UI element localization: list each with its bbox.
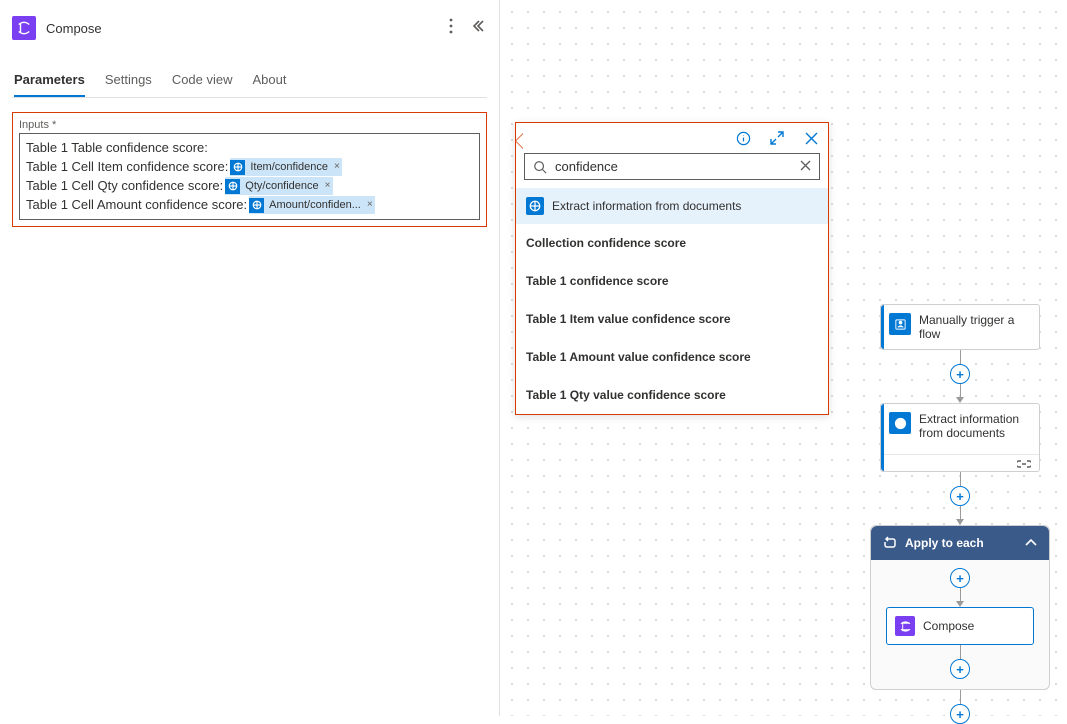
chevron-up-icon[interactable] xyxy=(1025,536,1037,550)
picker-item[interactable]: Collection confidence score xyxy=(516,224,828,262)
link-icon xyxy=(1017,458,1031,468)
picker-close-button[interactable] xyxy=(802,129,820,147)
more-button[interactable] xyxy=(447,16,455,40)
add-step-button[interactable]: + xyxy=(950,568,970,588)
token-icon xyxy=(230,160,245,175)
inputs-textbox[interactable]: Table 1 Table confidence score: Table 1 … xyxy=(19,133,480,220)
input-line-text: Table 1 Cell Qty confidence score: xyxy=(26,177,223,195)
flow-diagram: Manually trigger a flow + Extract inform… xyxy=(880,304,1040,724)
node-label: Apply to each xyxy=(905,536,984,550)
panel-title: Compose xyxy=(46,21,437,36)
token-remove[interactable]: × xyxy=(325,177,331,195)
token-qty-confidence[interactable]: Qty/confidence × xyxy=(225,177,332,195)
ai-builder-icon xyxy=(526,197,544,215)
compose-icon xyxy=(895,616,915,636)
dynamic-content-picker: Extract information from documents Colle… xyxy=(515,122,829,415)
tab-parameters[interactable]: Parameters xyxy=(14,64,85,97)
inputs-label: Inputs * xyxy=(19,119,480,131)
token-item-confidence[interactable]: Item/confidence × xyxy=(230,158,342,176)
picker-search-clear[interactable] xyxy=(800,159,811,174)
add-step-button[interactable]: + xyxy=(950,704,970,724)
token-icon xyxy=(225,179,240,194)
trigger-icon xyxy=(889,313,911,335)
node-trigger[interactable]: Manually trigger a flow xyxy=(880,304,1040,350)
compose-panel: Compose Parameters Settings Code view Ab… xyxy=(0,0,500,716)
search-icon xyxy=(533,160,547,174)
node-apply-to-each[interactable]: Apply to each + Compose + xyxy=(870,525,1050,690)
tab-settings[interactable]: Settings xyxy=(105,64,152,97)
picker-expand-button[interactable] xyxy=(768,129,786,147)
token-amount-confidence[interactable]: Amount/confiden... × xyxy=(249,196,375,214)
add-step-button[interactable]: + xyxy=(950,659,970,679)
node-extract[interactable]: Extract information from documents xyxy=(880,403,1040,472)
inputs-section: Inputs * Table 1 Table confidence score:… xyxy=(12,112,487,227)
node-compose-inner[interactable]: Compose xyxy=(886,607,1034,645)
add-step-button[interactable]: + xyxy=(950,486,970,506)
panel-header: Compose xyxy=(12,16,487,40)
node-label: Compose xyxy=(923,619,974,633)
token-remove[interactable]: × xyxy=(367,196,373,214)
picker-item[interactable]: Table 1 Amount value confidence score xyxy=(516,338,828,376)
panel-tabs: Parameters Settings Code view About xyxy=(12,64,487,98)
node-label: Manually trigger a flow xyxy=(919,313,1031,341)
token-icon xyxy=(249,198,264,213)
picker-section-header[interactable]: Extract information from documents xyxy=(516,188,828,224)
token-remove[interactable]: × xyxy=(334,158,340,176)
picker-item[interactable]: Table 1 Qty value confidence score xyxy=(516,376,828,414)
tab-about[interactable]: About xyxy=(253,64,287,97)
tab-code-view[interactable]: Code view xyxy=(172,64,233,97)
ai-builder-icon xyxy=(889,412,911,434)
add-step-button[interactable]: + xyxy=(950,364,970,384)
picker-info-button[interactable] xyxy=(734,129,752,147)
input-line-text: Table 1 Cell Amount confidence score: xyxy=(26,196,247,214)
collapse-panel-button[interactable] xyxy=(469,17,487,39)
loop-icon xyxy=(883,536,897,550)
input-line-text: Table 1 Cell Item confidence score: xyxy=(26,158,228,176)
compose-icon xyxy=(12,16,36,40)
picker-item[interactable]: Table 1 Item value confidence score xyxy=(516,300,828,338)
picker-search[interactable] xyxy=(524,153,820,180)
input-line-text: Table 1 Table confidence score: xyxy=(26,139,208,157)
picker-item[interactable]: Table 1 confidence score xyxy=(516,262,828,300)
picker-search-input[interactable] xyxy=(555,159,792,174)
node-label: Extract information from documents xyxy=(919,412,1031,440)
